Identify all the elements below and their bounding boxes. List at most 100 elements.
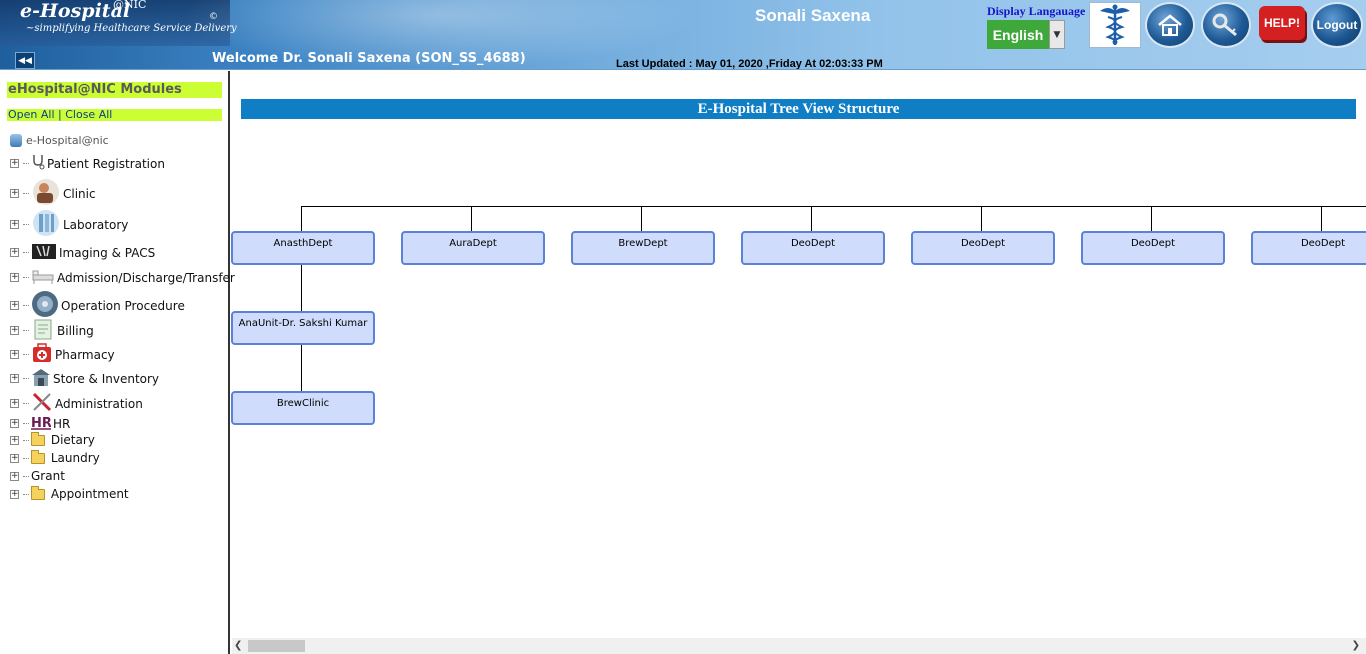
sidebar-item-clinic[interactable]: + Clinic xyxy=(10,178,96,209)
sidebar-item-label: Store & Inventory xyxy=(53,371,160,386)
sidebar-item-label: Patient Registration xyxy=(47,156,165,171)
expand-icon[interactable]: + xyxy=(10,326,19,335)
tree-view-title: E-Hospital Tree View Structure xyxy=(241,99,1356,119)
chevron-down-icon[interactable]: ▼ xyxy=(1049,20,1065,49)
home-icon xyxy=(1158,14,1182,36)
database-icon xyxy=(10,134,22,147)
folder-icon xyxy=(31,485,45,500)
sidebar-item-appointment[interactable]: + Appointment xyxy=(10,485,129,501)
open-all-link[interactable]: Open All xyxy=(8,108,55,121)
bed-icon xyxy=(31,267,55,288)
tree-node-clinic[interactable]: BrewClinic xyxy=(231,391,375,425)
language-value: English xyxy=(987,20,1049,49)
sidebar-item-laboratory[interactable]: + Laboratory xyxy=(10,209,128,240)
folder-icon xyxy=(31,449,45,464)
scrollbar-thumb[interactable] xyxy=(248,640,305,652)
tree-connector xyxy=(1151,206,1152,232)
tree-connector xyxy=(811,206,812,232)
tree-node-department[interactable]: DeoDept xyxy=(1081,231,1225,265)
double-left-arrow-icon: ◀◀ xyxy=(18,55,32,66)
expand-icon[interactable]: + xyxy=(10,350,19,359)
tree-node-department[interactable]: BrewDept xyxy=(571,231,715,265)
tree-view-panel: E-Hospital Tree View Structure AnasthDep… xyxy=(231,71,1366,638)
open-close-links: Open All | Close All xyxy=(7,109,222,121)
close-all-link[interactable]: Close All xyxy=(65,108,112,121)
home-button[interactable] xyxy=(1145,2,1195,48)
expand-icon[interactable]: + xyxy=(10,489,19,499)
lab-icon xyxy=(31,209,61,240)
tree-node-department[interactable]: DeoDept xyxy=(911,231,1055,265)
sidebar-item-label: Imaging & PACS xyxy=(59,245,156,260)
expand-icon[interactable]: + xyxy=(10,435,19,445)
hr-icon: HR xyxy=(31,414,52,433)
expand-icon[interactable]: + xyxy=(10,248,19,257)
sidebar-item-dietary[interactable]: + Dietary xyxy=(10,431,95,447)
sidebar-item-label: Dietary xyxy=(50,433,95,447)
sidebar-item-label: Administration xyxy=(55,396,143,411)
sidebar-item-grant[interactable]: + Grant xyxy=(10,469,65,483)
welcome-message: Welcome Dr. Sonali Saxena (SON_SS_4688) xyxy=(212,51,526,66)
tree-connector xyxy=(301,264,302,312)
app-tagline: ~simplifying Healthcare Service Delivery xyxy=(26,23,237,34)
collapse-sidebar-button[interactable]: ◀◀ xyxy=(15,52,35,69)
sidebar-item-store-inventory[interactable]: + Store & Inventory xyxy=(10,367,159,390)
tree-root-label: e-Hospital@nic xyxy=(26,134,109,147)
language-select[interactable]: English ▼ xyxy=(987,20,1065,49)
horizontal-scrollbar[interactable]: ❮ ❯ xyxy=(232,638,1366,654)
expand-icon[interactable]: + xyxy=(10,419,19,428)
key-icon xyxy=(1212,13,1237,37)
logout-button[interactable]: Logout xyxy=(1311,2,1363,48)
sidebar-item-patient-registration[interactable]: + Patient Registration xyxy=(10,154,165,173)
sidebar-item-label: Admission/Discharge/Transfer xyxy=(57,270,235,285)
store-icon xyxy=(31,367,51,390)
sidebar-item-pharmacy[interactable]: + Pharmacy xyxy=(10,343,115,366)
app-header: e-Hospital @NIC © ~simplifying Healthcar… xyxy=(0,0,1366,70)
tree-connector xyxy=(1321,206,1322,232)
caduceus-icon xyxy=(1089,2,1141,48)
tree-connector xyxy=(641,206,642,232)
sidebar-item-label: Grant xyxy=(31,469,65,483)
sidebar-item-admission-discharge-transfer[interactable]: + Admission/Discharge/Transfer xyxy=(10,267,235,288)
tree-node-unit[interactable]: AnaUnit-Dr. Sakshi Kumar xyxy=(231,311,375,345)
expand-icon[interactable]: + xyxy=(10,159,19,168)
tree-connector xyxy=(301,206,302,232)
scroll-left-icon[interactable]: ❮ xyxy=(234,640,242,651)
sidebar-item-billing[interactable]: + Billing xyxy=(10,318,94,343)
xray-icon xyxy=(31,241,57,264)
sidebar-item-operation-procedure[interactable]: + Operation Procedure xyxy=(10,290,185,321)
link-separator: | xyxy=(58,108,62,121)
globe-icon xyxy=(31,290,59,321)
sidebar-item-imaging-pacs[interactable]: + Imaging & PACS xyxy=(10,241,155,264)
tree-root[interactable]: e-Hospital@nic xyxy=(10,134,109,147)
first-aid-icon xyxy=(31,343,53,366)
expand-icon[interactable]: + xyxy=(10,374,19,383)
expand-icon[interactable]: + xyxy=(10,189,19,198)
sidebar-item-hr[interactable]: + HR HR xyxy=(10,414,70,433)
tree-node-department[interactable]: AuraDept xyxy=(401,231,545,265)
tree-connector xyxy=(301,344,302,392)
user-name: Sonali Saxena xyxy=(755,6,871,25)
tree-connector xyxy=(981,206,982,232)
tree-node-department[interactable]: AnasthDept xyxy=(231,231,375,265)
expand-icon[interactable]: + xyxy=(10,471,19,481)
doctor-icon xyxy=(31,178,61,209)
tree-node-department[interactable]: DeoDept xyxy=(1251,231,1366,265)
sidebar-item-laundry[interactable]: + Laundry xyxy=(10,449,100,465)
copyright-symbol: © xyxy=(209,12,218,22)
scroll-right-icon[interactable]: ❯ xyxy=(1352,640,1360,651)
modules-title: eHospital@NIC Modules xyxy=(7,82,222,98)
expand-icon[interactable]: + xyxy=(10,301,19,310)
tree-connector xyxy=(301,206,1366,207)
sidebar-item-label: HR xyxy=(53,416,71,431)
folder-icon xyxy=(31,431,45,446)
tree-node-department[interactable]: DeoDept xyxy=(741,231,885,265)
expand-icon[interactable]: + xyxy=(10,453,19,463)
expand-icon[interactable]: + xyxy=(10,273,19,282)
expand-icon[interactable]: + xyxy=(10,399,19,408)
stethoscope-icon xyxy=(31,154,45,173)
expand-icon[interactable]: + xyxy=(10,220,19,229)
language-label: Display Langauage xyxy=(987,4,1086,18)
change-password-button[interactable] xyxy=(1201,2,1251,48)
help-button[interactable]: HELP! xyxy=(1259,6,1305,40)
sidebar-item-administration[interactable]: + Administration xyxy=(10,391,143,416)
